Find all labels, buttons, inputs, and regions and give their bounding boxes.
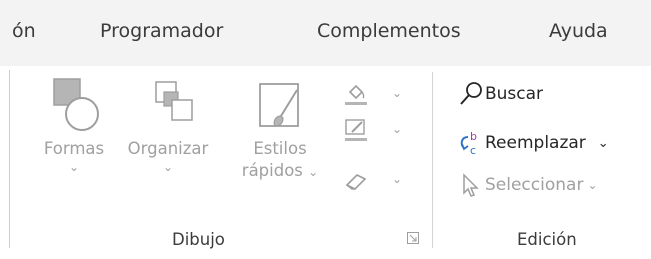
paint-bucket-icon	[345, 84, 367, 105]
formas-button[interactable]: Formas ⌄	[34, 76, 114, 174]
shapes-icon	[53, 78, 99, 131]
svg-text:b: b	[470, 130, 477, 143]
chevron-down-icon: ⌄	[587, 178, 598, 192]
eraser-effects-icon	[345, 174, 367, 190]
svg-text:c: c	[470, 144, 476, 157]
chevron-down-icon: ⌄	[68, 160, 80, 174]
search-icon	[460, 82, 482, 105]
formas-label: Formas	[43, 139, 105, 158]
dialog-launcher-icon[interactable]	[407, 232, 419, 244]
cursor-select-icon	[463, 173, 479, 197]
group-divider	[432, 72, 433, 248]
edicion-group-label: Edición	[517, 230, 577, 249]
chevron-down-icon[interactable]: ⌄	[598, 136, 609, 151]
seleccionar-button[interactable]: Seleccionar ⌄	[457, 171, 598, 199]
buscar-button[interactable]: Buscar	[457, 80, 543, 108]
chevron-down-icon: ⌄	[308, 165, 319, 179]
organizar-label: Organizar	[127, 139, 209, 158]
chevron-down-icon: ⌄	[162, 160, 174, 174]
estilos-rapidos-button[interactable]: Estilos rápidos ⌄	[230, 76, 330, 183]
pen-outline-icon	[345, 119, 367, 141]
tab-complementos[interactable]: Complementos	[317, 20, 461, 42]
reemplazar-label: Reemplazar	[485, 133, 586, 153]
chevron-down-icon[interactable]: ⌄	[392, 172, 402, 186]
buscar-label: Buscar	[485, 84, 544, 104]
shape-effects-button[interactable]	[342, 167, 370, 199]
seleccionar-label: Seleccionar	[485, 175, 584, 195]
shape-fill-button[interactable]	[342, 80, 370, 112]
estilos-label-line2: rápidos	[241, 161, 303, 180]
chevron-down-icon[interactable]: ⌄	[392, 122, 402, 136]
organizar-button[interactable]: Organizar ⌄	[120, 76, 216, 174]
ribbon-tab-bar: ón Programador Complementos Ayuda	[0, 0, 651, 66]
arrange-icon	[155, 81, 193, 121]
shape-outline-button[interactable]	[342, 116, 370, 148]
dibujo-group-label: Dibujo	[172, 230, 225, 249]
group-divider-left	[9, 70, 10, 248]
chevron-down-icon[interactable]: ⌄	[392, 86, 402, 100]
estilos-label-line1: Estilos	[253, 139, 307, 158]
quick-styles-icon	[259, 83, 299, 127]
tab-programador[interactable]: Programador	[100, 20, 223, 42]
reemplazar-button[interactable]: b c Reemplazar ⌄	[457, 129, 609, 157]
tab-ayuda[interactable]: Ayuda	[549, 20, 608, 42]
replace-icon: b c	[460, 130, 477, 157]
tab-partial[interactable]: ón	[12, 20, 36, 42]
